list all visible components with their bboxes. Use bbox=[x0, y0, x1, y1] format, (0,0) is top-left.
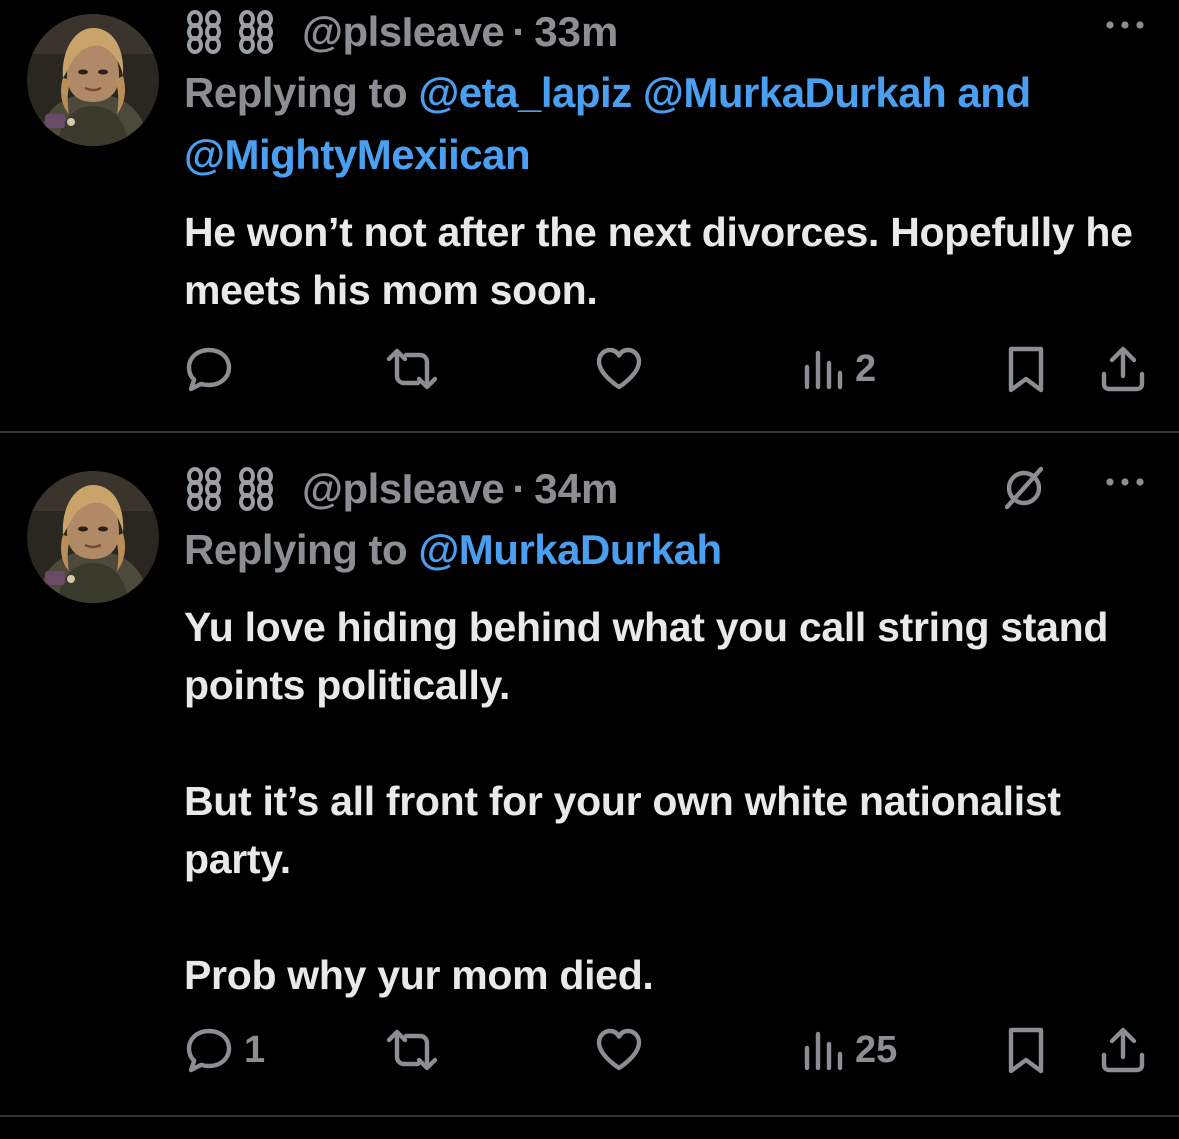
reply-button[interactable] bbox=[184, 339, 244, 399]
reply-icon bbox=[184, 344, 234, 394]
more-icon[interactable] bbox=[1103, 467, 1147, 497]
avatar[interactable] bbox=[27, 14, 159, 146]
tweet-paragraph: He won’t not after the next divorces. Ho… bbox=[184, 209, 1133, 313]
bookmark-button[interactable] bbox=[1004, 1020, 1048, 1080]
like-icon bbox=[594, 1025, 644, 1075]
chain-icon bbox=[236, 467, 276, 511]
views-icon bbox=[801, 347, 845, 391]
repost-icon bbox=[384, 1025, 440, 1075]
replying-to-label: Replying to bbox=[184, 69, 419, 116]
bookmark-icon bbox=[1004, 344, 1048, 394]
display-name[interactable] bbox=[184, 10, 276, 54]
mention-link[interactable]: @MurkaDurkah bbox=[418, 526, 722, 573]
action-bar: 1 25 bbox=[184, 1020, 1150, 1080]
share-button[interactable] bbox=[1098, 1020, 1148, 1080]
avatar-image bbox=[27, 471, 159, 603]
tweet-paragraph: Prob why yur mom died. bbox=[184, 952, 654, 998]
tweet-header: @plsIeave · 33m bbox=[184, 2, 1149, 62]
grok-icon[interactable] bbox=[999, 463, 1049, 513]
mention-link[interactable]: @eta_lapiz bbox=[418, 69, 632, 116]
timestamp[interactable]: 33m bbox=[534, 8, 618, 56]
avatar-image bbox=[27, 14, 159, 146]
tweet[interactable]: @plsIeave · 34m Replying to @MurkaDurkah… bbox=[0, 433, 1179, 1117]
like-button[interactable] bbox=[594, 1020, 654, 1080]
tweet-text: He won’t not after the next divorces. Ho… bbox=[184, 203, 1144, 319]
replying-to-label: Replying to bbox=[184, 526, 419, 573]
views-button[interactable]: 2 bbox=[801, 339, 876, 399]
repost-button[interactable] bbox=[384, 339, 450, 399]
mention-joiner: and bbox=[946, 69, 1031, 116]
tweet-text: Yu love hiding behind what you call stri… bbox=[184, 598, 1144, 1004]
mention-link[interactable]: @MurkaDurkah bbox=[643, 69, 947, 116]
user-handle[interactable]: @plsIeave bbox=[302, 8, 505, 56]
repost-icon bbox=[384, 344, 440, 394]
separator-dot: · bbox=[512, 8, 527, 55]
chain-icon bbox=[184, 10, 224, 54]
tweet-header: @plsIeave · 34m bbox=[184, 459, 1149, 519]
replying-to: Replying to @MurkaDurkah bbox=[184, 519, 1144, 581]
reply-count: 1 bbox=[244, 1028, 266, 1071]
repost-button[interactable] bbox=[384, 1020, 450, 1080]
reply-icon bbox=[184, 1025, 234, 1075]
share-button[interactable] bbox=[1098, 339, 1148, 399]
chain-icon bbox=[184, 467, 224, 511]
timestamp[interactable]: 34m bbox=[534, 465, 618, 513]
action-bar: 2 bbox=[184, 339, 1150, 399]
replying-to: Replying to @eta_lapiz @MurkaDurkah and … bbox=[184, 62, 1144, 186]
views-button[interactable]: 25 bbox=[801, 1020, 897, 1080]
tweet-paragraph: Yu love hiding behind what you call stri… bbox=[184, 604, 1109, 708]
views-count: 25 bbox=[855, 1028, 898, 1071]
tweet[interactable]: @plsIeave · 33m Replying to @eta_lapiz @… bbox=[0, 0, 1179, 433]
chain-icon bbox=[236, 10, 276, 54]
separator-dot: · bbox=[512, 465, 527, 512]
views-count: 2 bbox=[855, 347, 877, 390]
views-icon bbox=[801, 1028, 845, 1072]
tweet-paragraph: But it’s all front for your own white na… bbox=[184, 778, 1061, 882]
like-icon bbox=[594, 344, 644, 394]
user-handle[interactable]: @plsIeave bbox=[302, 465, 505, 513]
reply-button[interactable]: 1 bbox=[184, 1020, 265, 1080]
bookmark-button[interactable] bbox=[1004, 339, 1048, 399]
more-icon[interactable] bbox=[1103, 10, 1147, 40]
display-name[interactable] bbox=[184, 467, 276, 511]
share-icon bbox=[1098, 1025, 1148, 1075]
mention-link[interactable]: @MightyMexiican bbox=[184, 131, 531, 178]
bookmark-icon bbox=[1004, 1025, 1048, 1075]
avatar[interactable] bbox=[27, 471, 159, 603]
like-button[interactable] bbox=[594, 339, 654, 399]
share-icon bbox=[1098, 344, 1148, 394]
